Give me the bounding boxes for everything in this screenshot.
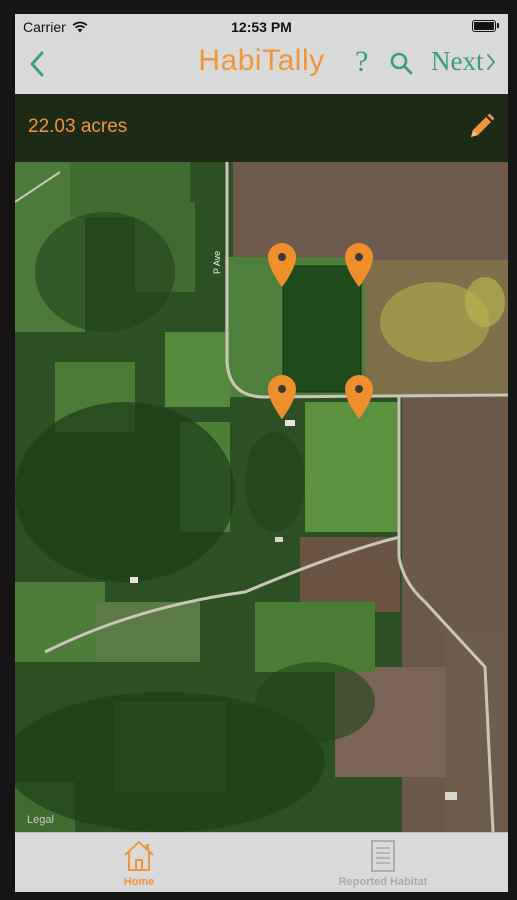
navigation-bar: HabiTally ? Next: [15, 38, 508, 90]
map-pin-icon[interactable]: [344, 242, 374, 288]
tab-bar: Home Reported Habitat: [15, 832, 508, 892]
pencil-icon[interactable]: [466, 112, 496, 142]
tab-home-label: Home: [123, 876, 155, 888]
map-terrain: P Ave: [15, 162, 508, 832]
next-button[interactable]: Next: [431, 46, 496, 77]
help-button[interactable]: ?: [355, 45, 368, 79]
acres-value: 22.03 acres: [28, 116, 128, 137]
map-pin-icon[interactable]: [267, 374, 297, 420]
tab-reported-habitat-label: Reported Habitat: [338, 876, 428, 888]
legal-link[interactable]: Legal: [27, 814, 54, 826]
satellite-map[interactable]: P Ave Legal: [15, 162, 508, 832]
map-pin-icon[interactable]: [344, 374, 374, 420]
home-icon: [124, 841, 154, 871]
status-bar: Carrier 12:53 PM: [15, 14, 508, 38]
phone-screen: Carrier 12:53 PM HabiTally ? Next 22.03: [15, 14, 508, 892]
next-label: Next: [431, 46, 484, 76]
road-label: P Ave: [212, 251, 222, 274]
chevron-right-icon: [487, 53, 496, 70]
tab-home[interactable]: Home: [39, 839, 239, 888]
status-time: 12:53 PM: [231, 19, 292, 35]
tab-reported-habitat[interactable]: Reported Habitat: [283, 839, 483, 888]
battery-icon: [472, 20, 499, 32]
search-icon[interactable]: [389, 51, 413, 75]
map-pin-icon[interactable]: [267, 242, 297, 288]
area-header: 22.03 acres: [15, 94, 508, 162]
document-icon: [371, 840, 395, 872]
